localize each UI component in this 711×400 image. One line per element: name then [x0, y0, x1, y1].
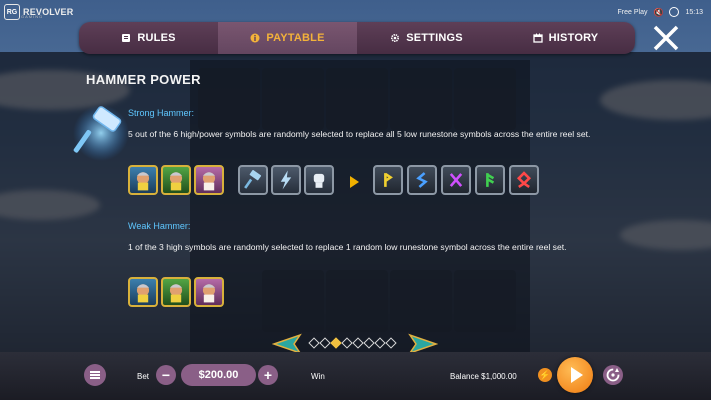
info-icon — [250, 33, 260, 43]
page-dot[interactable] — [385, 337, 397, 349]
bet-decrease-button[interactable]: − — [156, 365, 176, 385]
rune-s-icon — [407, 165, 437, 195]
viking-green-icon — [161, 277, 191, 307]
fist-icon — [304, 165, 334, 195]
turbo-button[interactable]: ⚡ — [538, 368, 552, 382]
page-dots — [308, 337, 397, 349]
tab-settings[interactable]: SETTINGS — [357, 22, 496, 54]
close-icon[interactable] — [650, 22, 682, 54]
page-dot[interactable] — [352, 337, 364, 349]
tab-label: SETTINGS — [406, 32, 463, 44]
spin-button[interactable] — [557, 357, 593, 393]
tab-label: PAYTABLE — [266, 32, 325, 44]
page-dot[interactable] — [341, 337, 353, 349]
logo-subtext: GAMING — [21, 14, 44, 19]
logo-mark: RG — [4, 4, 20, 20]
weak-hammer-title: Weak Hammer: — [128, 221, 191, 231]
viking-green-icon — [161, 165, 191, 195]
gear-icon — [391, 33, 400, 43]
paytable-overlay — [0, 52, 711, 352]
bet-label: Bet — [137, 372, 150, 381]
strong-hammer-title: Strong Hammer: — [128, 108, 195, 118]
hammer-icon — [238, 165, 268, 195]
bet-value: $200.00 — [181, 364, 256, 386]
menu-button[interactable] — [84, 364, 106, 386]
tab-label: RULES — [137, 32, 176, 44]
page-title: HAMMER POWER — [86, 72, 201, 87]
paytable-nav: RULES PAYTABLE SETTINGS HISTORY — [79, 22, 635, 54]
clock-time: 15:13 — [685, 8, 703, 16]
status-bar: Free Play 🔇 15:13 — [618, 7, 703, 17]
tab-paytable[interactable]: PAYTABLE — [218, 22, 357, 54]
hamburger-icon — [90, 374, 100, 376]
balance: Balance $1,000.00 — [450, 372, 517, 381]
rune-o-icon — [509, 165, 539, 195]
rune-p-icon — [373, 165, 403, 195]
page-dot-active[interactable] — [330, 337, 342, 349]
page-dot[interactable] — [363, 337, 375, 349]
lightning-icon: ⚡ — [539, 369, 551, 380]
viking-blue-icon — [128, 277, 158, 307]
page-dot[interactable] — [374, 337, 386, 349]
balance-value: $1,000.00 — [481, 372, 517, 381]
viking-blue-icon — [128, 165, 158, 195]
lightning-icon — [271, 165, 301, 195]
tab-rules[interactable]: RULES — [79, 22, 218, 54]
autoplay-button[interactable] — [603, 365, 623, 385]
mute-icon[interactable]: 🔇 — [654, 8, 664, 17]
win-label: Win — [311, 372, 325, 381]
viking-pink-icon — [194, 277, 224, 307]
book-icon — [122, 34, 131, 42]
page-dot[interactable] — [308, 337, 320, 349]
autoplay-icon — [606, 368, 620, 382]
balance-label: Balance — [450, 372, 479, 381]
weak-hammer-desc: 1 of the 3 high symbols are randomly sel… — [128, 242, 567, 252]
clock-icon — [669, 7, 680, 17]
rune-x-icon — [441, 165, 471, 195]
page-dot[interactable] — [319, 337, 331, 349]
calendar-icon — [533, 33, 543, 43]
strong-hammer-desc: 5 out of the 6 high/power symbols are ra… — [128, 129, 591, 139]
tab-label: HISTORY — [548, 32, 599, 44]
strong-hammer-icon — [73, 105, 129, 161]
play-mode: Free Play — [617, 8, 648, 16]
replace-arrow-icon — [350, 176, 359, 188]
rune-f-icon — [475, 165, 505, 195]
bet-increase-button[interactable]: + — [258, 365, 278, 385]
viking-pink-icon — [194, 165, 224, 195]
tab-history[interactable]: HISTORY — [496, 22, 635, 54]
